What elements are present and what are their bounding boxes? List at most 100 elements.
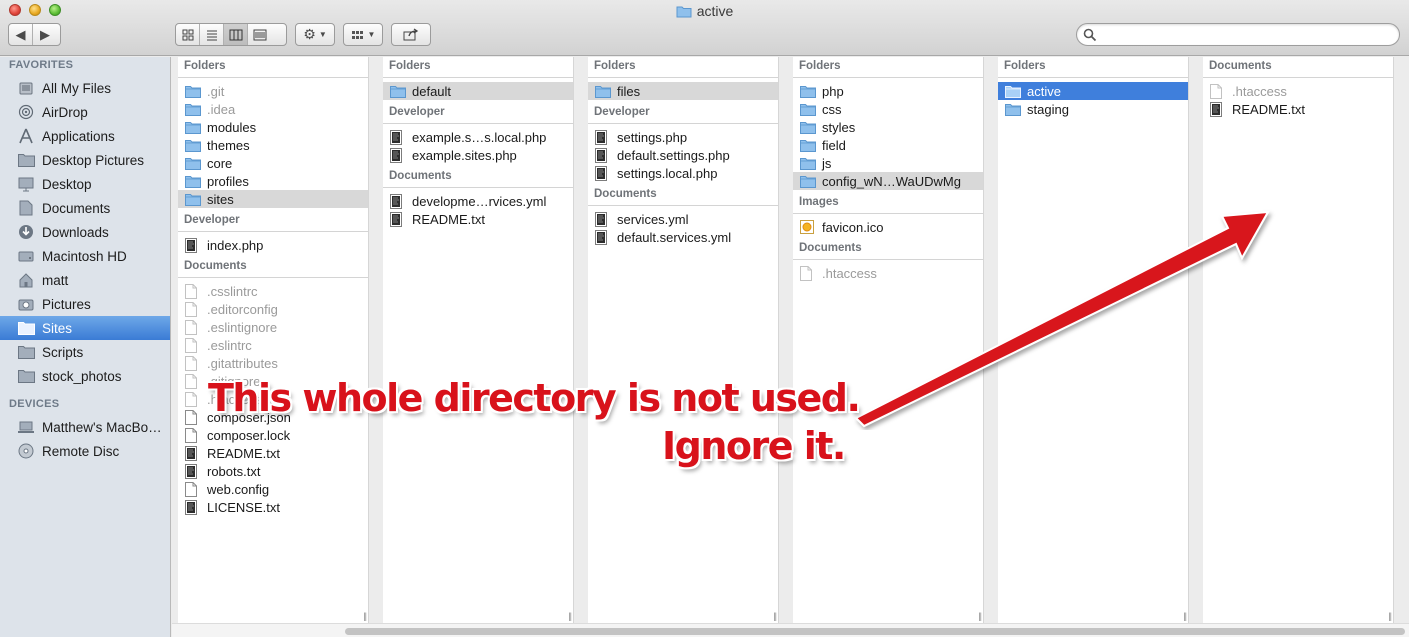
sidebar-item-sites[interactable]: Sites [0,316,170,340]
column-resize-handle[interactable]: || [1183,611,1187,621]
column-resize-handle[interactable]: || [773,611,777,621]
file-item[interactable]: index.php [178,236,368,254]
file-item[interactable]: settings.php [588,128,778,146]
annotation-line-2: Ignore it. [662,424,846,468]
text-file-icon [595,165,611,181]
sidebar-item-matthew-s-macbo[interactable]: Matthew's MacBo… [0,415,170,439]
folder-item[interactable]: default [383,82,573,100]
file-item[interactable]: README.txt [178,444,368,462]
file-item[interactable]: .gitattributes [178,354,368,372]
file-item[interactable]: settings.local.php [588,164,778,182]
sidebar-item-applications[interactable]: Applications [0,124,170,148]
sidebar-item-label: matt [42,272,69,288]
file-item[interactable]: default.settings.php [588,146,778,164]
cover-flow-button[interactable] [248,24,272,45]
column-resize-handle[interactable]: || [978,611,982,621]
sidebar-item-desktop-pictures[interactable]: Desktop Pictures [0,148,170,172]
column-resize-handle[interactable]: || [363,611,367,621]
sidebar-item-all-my-files[interactable]: All My Files [0,76,170,100]
file-item[interactable]: web.config [178,480,368,498]
window-toolbar: active ◀ ▶ ⚙ ▼ ▼ [0,0,1409,56]
sidebar-item-desktop[interactable]: Desktop [0,172,170,196]
file-item[interactable]: .eslintignore [178,318,368,336]
file-item[interactable]: .eslintrc [178,336,368,354]
folder-item[interactable]: core [178,154,368,172]
file-item[interactable]: .csslintrc [178,282,368,300]
file-item[interactable]: .htaccess [1203,82,1393,100]
folder-icon [800,83,816,99]
document-icon [185,391,201,407]
document-icon [185,301,201,317]
all-files-icon [17,79,35,97]
file-item[interactable]: example.sites.php [383,146,573,164]
file-item[interactable]: LICENSE.txt [178,498,368,516]
folder-item[interactable]: themes [178,136,368,154]
section-header: Folders [178,57,368,78]
folder-item[interactable]: sites [178,190,368,208]
browser-column-3[interactable]: Folders files Developer settings.php default… [588,57,779,623]
folder-item[interactable]: staging [998,100,1188,118]
file-item[interactable]: README.txt [1203,100,1393,118]
column-resize-handle[interactable]: || [1388,611,1392,621]
text-file-icon [595,211,611,227]
action-menu-button[interactable]: ⚙ ▼ [295,23,335,46]
folder-item[interactable]: css [793,100,983,118]
sidebar-item-label: Scripts [42,344,84,360]
item-name: css [822,101,842,117]
file-item[interactable]: README.txt [383,210,573,228]
sidebar-item-matt[interactable]: matt [0,268,170,292]
section-header: Developer [178,211,368,232]
folder-item[interactable]: modules [178,118,368,136]
item-name: default.services.yml [617,229,732,245]
folder-item[interactable]: .git [178,82,368,100]
window-title-bar: active [0,3,1409,21]
folder-item[interactable]: profiles [178,172,368,190]
downloads-icon [17,223,35,241]
browser-column-1[interactable]: Folders .git .idea modules themes core profile… [178,57,369,623]
sidebar-item-stock-photos[interactable]: stock_photos [0,364,170,388]
search-field[interactable] [1076,23,1400,46]
sidebar-item-macintosh-hd[interactable]: Macintosh HD [0,244,170,268]
item-name: example.s…s.local.php [412,129,547,145]
back-button[interactable]: ◀ [9,24,33,45]
sidebar-section-favorites: FAVORITES [9,59,74,71]
folder-item[interactable]: field [793,136,983,154]
folder-item[interactable]: files [588,82,778,100]
item-name: files [617,83,641,99]
folder-item[interactable]: .idea [178,100,368,118]
list-view-button[interactable] [200,24,224,45]
file-item[interactable]: services.yml [588,210,778,228]
folder-icon [185,83,201,99]
file-item[interactable]: example.s…s.local.php [383,128,573,146]
folder-item[interactable]: config_wN…WaUDwMg [793,172,983,190]
sidebar-item-scripts[interactable]: Scripts [0,340,170,364]
sidebar-item-remote-disc[interactable]: Remote Disc [0,439,170,463]
sidebar-item-downloads[interactable]: Downloads [0,220,170,244]
column-view-button[interactable] [224,24,248,45]
sidebar-item-pictures[interactable]: Pictures [0,292,170,316]
file-item[interactable]: developme…rvices.yml [383,192,573,210]
sidebar-item-airdrop[interactable]: AirDrop [0,100,170,124]
folder-item[interactable]: php [793,82,983,100]
file-item[interactable]: .editorconfig [178,300,368,318]
folder-icon [595,83,611,99]
file-item[interactable]: robots.txt [178,462,368,480]
forward-button[interactable]: ▶ [33,24,57,45]
folder-item[interactable]: styles [793,118,983,136]
chevron-left-icon: ◀ [15,26,26,42]
file-item[interactable]: composer.lock [178,426,368,444]
column-resize-handle[interactable]: || [568,611,572,621]
item-name: .idea [207,101,236,117]
item-name: README.txt [207,445,280,461]
horizontal-scrollbar[interactable] [172,623,1409,637]
sidebar-item-documents[interactable]: Documents [0,196,170,220]
share-button[interactable] [391,23,431,46]
folder-item[interactable]: active [998,82,1188,100]
browser-column-2[interactable]: Folders default Developer example.s…s.local… [383,57,574,623]
file-item[interactable]: default.services.yml [588,228,778,246]
folder-item[interactable]: js [793,154,983,172]
item-name: web.config [207,481,270,497]
icon-view-button[interactable] [176,24,200,45]
arrange-menu-button[interactable]: ▼ [343,23,383,46]
scrollbar-thumb[interactable] [345,628,1405,635]
